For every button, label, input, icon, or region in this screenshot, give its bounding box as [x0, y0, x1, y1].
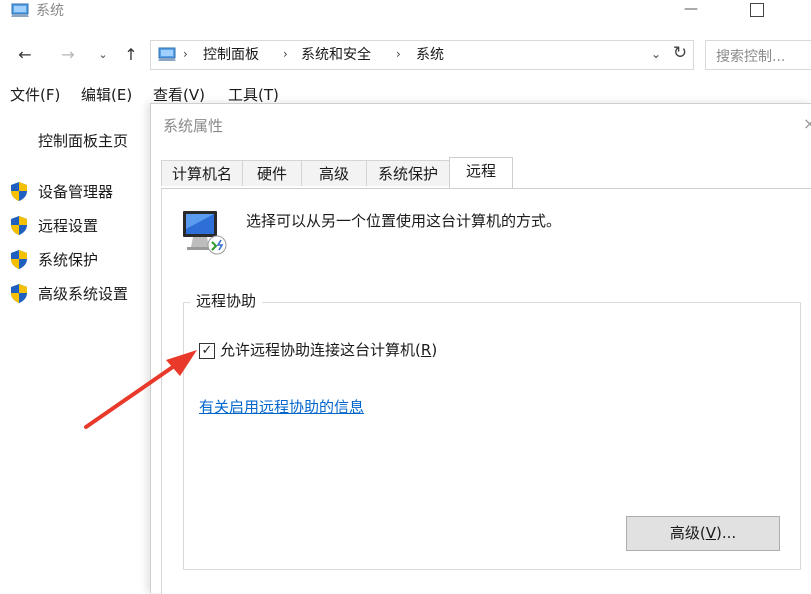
tab-strip: 计算机名 硬件 高级 系统保护 远程	[161, 157, 801, 188]
allow-remote-assistance-checkbox[interactable]: ✓	[199, 343, 215, 359]
menu-edit[interactable]: 编辑(E)	[81, 85, 132, 105]
advanced-button-suffix: ...	[721, 524, 737, 542]
back-button[interactable]: ←	[14, 44, 36, 66]
window-title: 系统	[36, 3, 64, 19]
shield-icon	[10, 215, 28, 236]
remote-description: 选择可以从另一个位置使用这台计算机的方式。	[246, 212, 562, 230]
sidebar-item-remote-settings[interactable]: 远程设置	[10, 214, 150, 238]
computer-icon	[10, 2, 30, 20]
sidebar-item-label: 设备管理器	[38, 183, 114, 201]
advanced-button[interactable]: 高级(V)...	[626, 516, 780, 551]
menu-file[interactable]: 文件(F)	[10, 85, 60, 105]
recent-locations-button[interactable]: ⌄	[92, 44, 114, 66]
shield-icon	[10, 249, 28, 270]
shield-icon	[10, 283, 28, 304]
remote-assistance-group: 远程协助 ✓ 允许远程协助连接这台计算机(R) 有关启用远程协助的信息 高级(V…	[183, 291, 801, 570]
address-field[interactable]: › 控制面板 › 系统和安全 › 系统 ⌄ ↻	[150, 40, 694, 70]
tab-computer-name[interactable]: 计算机名	[161, 160, 243, 186]
allow-remote-assistance-label[interactable]: 允许远程协助连接这台计算机(R)	[220, 340, 437, 360]
breadcrumb-system-security[interactable]: 系统和安全	[301, 45, 371, 65]
menu-view[interactable]: 查看(V)	[153, 85, 205, 105]
address-dropdown-button[interactable]: ⌄	[651, 47, 661, 61]
close-icon[interactable]: ×	[803, 114, 811, 133]
sidebar-item-label: 高级系统设置	[38, 285, 129, 303]
search-input[interactable]: 搜索控制...	[705, 40, 811, 70]
sidebar-item-device-manager[interactable]: 设备管理器	[10, 180, 150, 204]
minimize-button[interactable]: —	[676, 0, 706, 22]
remote-tab-pane: 选择可以从另一个位置使用这台计算机的方式。 远程协助 ✓ 允许远程协助连接这台计…	[161, 188, 811, 594]
dialog-title: 系统属性	[163, 117, 224, 135]
system-properties-dialog: 系统属性 × 计算机名 硬件 高级 系统保护 远程 选择可以从另一个位置使用这台…	[150, 103, 811, 594]
breadcrumb-separator: ›	[183, 47, 188, 61]
tab-remote[interactable]: 远程	[449, 157, 513, 188]
tab-hardware[interactable]: 硬件	[242, 160, 302, 186]
advanced-mnemonic: V	[705, 524, 716, 542]
tab-advanced[interactable]: 高级	[301, 160, 367, 186]
sidebar-item-label: 系统保护	[38, 251, 99, 269]
checkbox-label-text: 允许远程协助连接这台计算机	[220, 341, 416, 359]
remote-assistance-legend: 远程协助	[190, 291, 263, 311]
search-placeholder: 搜索控制...	[716, 49, 786, 65]
advanced-button-label: 高级	[669, 524, 700, 542]
control-panel-home-link[interactable]: 控制面板主页	[38, 131, 128, 151]
up-button[interactable]: ↑	[120, 44, 142, 66]
control-panel-icon	[157, 46, 177, 64]
breadcrumb-system[interactable]: 系统	[416, 45, 444, 65]
remote-computer-icon	[181, 207, 229, 257]
address-bar-row: ← → ⌄ ↑ › 控制面板 › 系统和安全 › 系统 ⌄ ↻ 搜索控制...	[0, 38, 811, 72]
menu-tools[interactable]: 工具(T)	[228, 85, 279, 105]
breadcrumb-separator[interactable]: ›	[396, 47, 401, 61]
breadcrumb-separator[interactable]: ›	[283, 47, 288, 61]
shield-icon	[10, 181, 28, 202]
forward-button[interactable]: →	[57, 44, 79, 66]
maximize-button[interactable]	[742, 0, 772, 22]
tab-system-protection[interactable]: 系统保护	[366, 160, 450, 186]
sidebar-item-system-protection[interactable]: 系统保护	[10, 248, 150, 272]
sidebar-item-label: 远程设置	[38, 217, 99, 235]
sidebar-item-advanced-settings[interactable]: 高级系统设置	[10, 282, 150, 306]
checkbox-mnemonic: R	[420, 341, 432, 359]
maximize-icon	[750, 3, 764, 17]
refresh-button[interactable]: ↻	[669, 43, 691, 63]
breadcrumb-control-panel[interactable]: 控制面板	[203, 45, 259, 65]
remote-assistance-info-link[interactable]: 有关启用远程协助的信息	[199, 397, 364, 417]
title-bar: 系统 —	[0, 0, 811, 32]
